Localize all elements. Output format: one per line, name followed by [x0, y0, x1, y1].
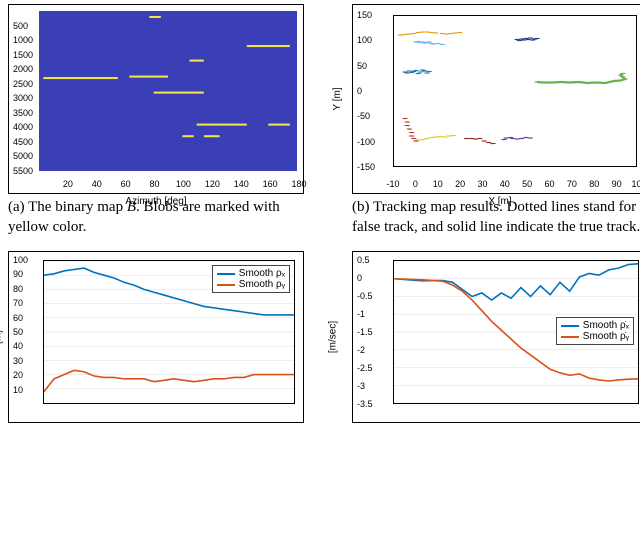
plot-binary-map: Time samples [n] Azimuth [deg] 204060801… — [8, 4, 304, 194]
legend-swatch-orange — [217, 284, 235, 286]
ylabel-d: [m/sec] — [327, 321, 338, 353]
legend-c: Smooth ρₓ Smooth ρᵧ — [212, 265, 290, 293]
scatter-svg — [394, 16, 636, 166]
legend-d: Smooth ρ̇ₓ Smooth ρ̇ᵧ — [556, 317, 634, 345]
legend-swatch-blue — [561, 325, 579, 327]
xlabel-b: X [m] — [488, 196, 511, 207]
legend-label-c1: Smooth ρₓ — [239, 268, 285, 279]
legend-row-c2: Smooth ρᵧ — [217, 279, 285, 290]
ylabel-c: [m] — [0, 330, 4, 344]
plot-tracking-map: Y [m] X [m] -100102030405060708090100 -1… — [352, 4, 640, 194]
legend-row-c1: Smooth ρₓ — [217, 268, 285, 279]
panel-d: Smooth ρ̇ₓ Smooth ρ̇ᵧ [m/sec] -3.5-3-2.5… — [352, 251, 640, 423]
plot-smooth-velocity: Smooth ρ̇ₓ Smooth ρ̇ᵧ [m/sec] -3.5-3-2.5… — [352, 251, 640, 423]
legend-row-d2: Smooth ρ̇ᵧ — [561, 331, 629, 342]
heatmap-svg — [39, 11, 297, 171]
chart-area-a — [39, 11, 297, 171]
bottom-row: Smooth ρₓ Smooth ρᵧ [m] 1020304050607080… — [8, 251, 640, 423]
legend-swatch-orange — [561, 336, 579, 338]
panel-a: Time samples [n] Azimuth [deg] 204060801… — [8, 4, 304, 237]
legend-label-d1: Smooth ρ̇ₓ — [583, 320, 629, 331]
chart-area-b — [393, 15, 637, 167]
plot-smooth-position: Smooth ρₓ Smooth ρᵧ [m] 1020304050607080… — [8, 251, 304, 423]
chart-area-d: Smooth ρ̇ₓ Smooth ρ̇ᵧ — [393, 260, 639, 404]
ylabel-b: Y [m] — [332, 87, 343, 110]
caption-a-prefix: (a) The binary map — [8, 199, 127, 215]
legend-swatch-blue — [217, 273, 235, 275]
legend-label-d2: Smooth ρ̇ᵧ — [583, 331, 629, 342]
legend-row-d1: Smooth ρ̇ₓ — [561, 320, 629, 331]
xlabel-a: Azimuth [deg] — [125, 196, 186, 207]
top-row: Time samples [n] Azimuth [deg] 204060801… — [8, 4, 640, 237]
panel-b: Y [m] X [m] -100102030405060708090100 -1… — [352, 4, 640, 237]
legend-label-c2: Smooth ρᵧ — [239, 279, 285, 290]
figure-grid: Time samples [n] Azimuth [deg] 204060801… — [0, 0, 640, 441]
chart-area-c: Smooth ρₓ Smooth ρᵧ — [43, 260, 295, 404]
panel-c: Smooth ρₓ Smooth ρᵧ [m] 1020304050607080… — [8, 251, 304, 423]
